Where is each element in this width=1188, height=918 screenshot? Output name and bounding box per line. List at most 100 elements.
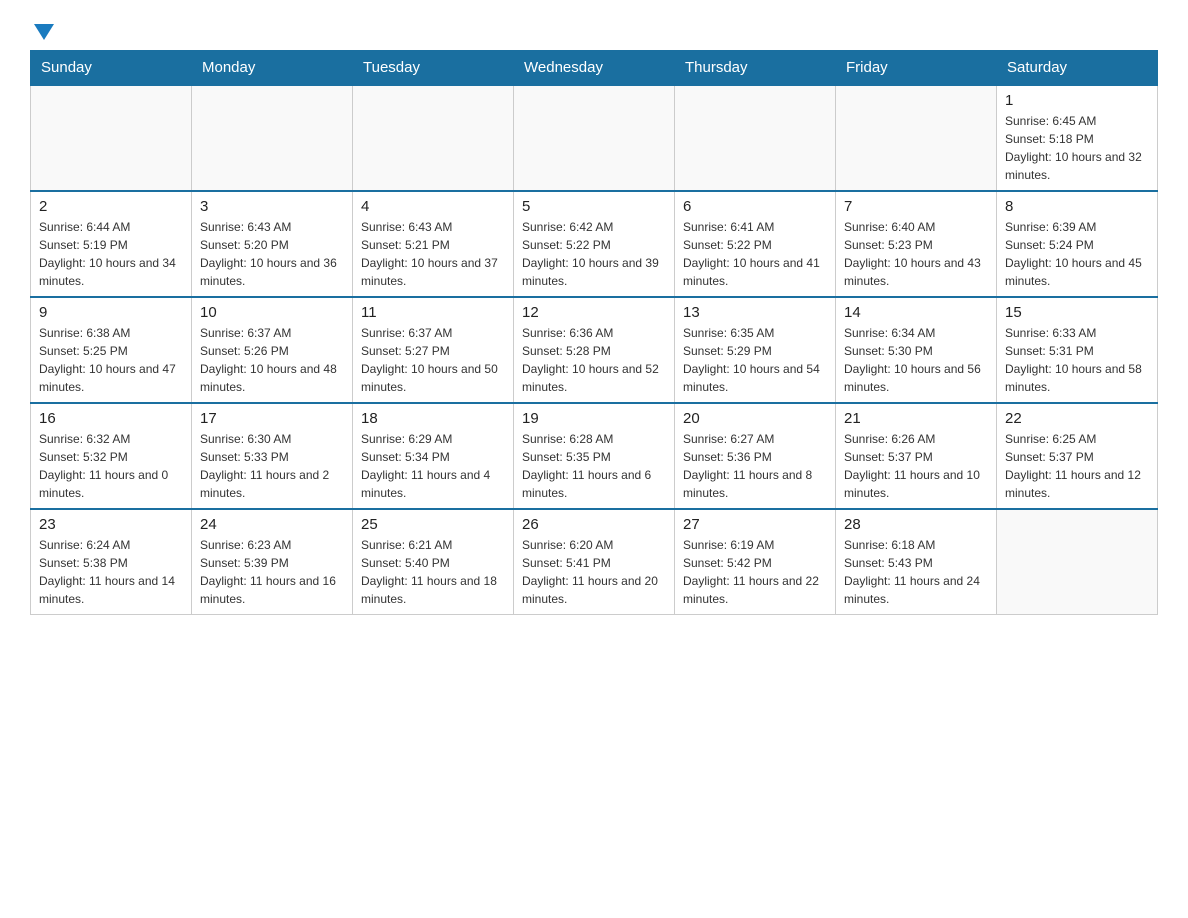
day-info: Sunrise: 6:33 AMSunset: 5:31 PMDaylight:… (1005, 324, 1149, 396)
calendar-cell: 10Sunrise: 6:37 AMSunset: 5:26 PMDayligh… (192, 297, 353, 403)
week-row-2: 2 Sunrise: 6:44 AMSunset: 5:19 PMDaylight… (31, 191, 1158, 297)
week-row-5: 23 Sunrise: 6:24 AMSunset: 5:38 PMDayligh… (31, 509, 1158, 615)
day-info: Sunrise: 6:32 AMSunset: 5:32 PMDaylight:… (39, 430, 183, 502)
calendar-cell: 1 Sunrise: 6:45 AMSunset: 5:18 PMDaylight… (997, 85, 1158, 191)
day-header-saturday: Saturday (997, 51, 1158, 86)
calendar-cell: 16 Sunrise: 6:32 AMSunset: 5:32 PMDayligh… (31, 403, 192, 509)
day-number: 8 (1005, 198, 1149, 215)
calendar-header-row: SundayMondayTuesdayWednesdayThursdayFrid… (31, 51, 1158, 86)
day-number: 15 (1005, 304, 1149, 321)
day-info: Sunrise: 6:34 AMSunset: 5:30 PMDaylight:… (844, 324, 988, 396)
calendar-cell: 22 Sunrise: 6:25 AMSunset: 5:37 PMDayligh… (997, 403, 1158, 509)
logo-top (30, 20, 54, 40)
calendar-cell: 8 Sunrise: 6:39 AMSunset: 5:24 PMDaylight… (997, 191, 1158, 297)
day-number: 2 (39, 198, 183, 215)
day-info: Sunrise: 6:38 AMSunset: 5:25 PMDaylight:… (39, 324, 183, 396)
day-info: Sunrise: 6:19 AMSunset: 5:42 PMDaylight:… (683, 536, 827, 608)
calendar-cell: 5 Sunrise: 6:42 AMSunset: 5:22 PMDaylight… (514, 191, 675, 297)
calendar-cell: 17 Sunrise: 6:30 AMSunset: 5:33 PMDayligh… (192, 403, 353, 509)
day-info: Sunrise: 6:26 AMSunset: 5:37 PMDaylight:… (844, 430, 988, 502)
calendar-cell: 7 Sunrise: 6:40 AMSunset: 5:23 PMDaylight… (836, 191, 997, 297)
day-info: Sunrise: 6:36 AMSunset: 5:28 PMDaylight:… (522, 324, 666, 396)
day-info: Sunrise: 6:39 AMSunset: 5:24 PMDaylight:… (1005, 218, 1149, 290)
calendar-cell: 12 Sunrise: 6:36 AMSunset: 5:28 PMDayligh… (514, 297, 675, 403)
calendar-cell: 15 Sunrise: 6:33 AMSunset: 5:31 PMDayligh… (997, 297, 1158, 403)
calendar-cell: 6Sunrise: 6:41 AMSunset: 5:22 PMDaylight… (675, 191, 836, 297)
day-number: 12 (522, 304, 666, 321)
day-number: 3 (200, 198, 344, 215)
day-header-friday: Friday (836, 51, 997, 86)
calendar-cell: 26 Sunrise: 6:20 AMSunset: 5:41 PMDayligh… (514, 509, 675, 615)
calendar-cell: 3 Sunrise: 6:43 AMSunset: 5:20 PMDaylight… (192, 191, 353, 297)
calendar-cell: 27 Sunrise: 6:19 AMSunset: 5:42 PMDayligh… (675, 509, 836, 615)
calendar-cell: 11 Sunrise: 6:37 AMSunset: 5:27 PMDayligh… (353, 297, 514, 403)
day-number: 16 (39, 410, 183, 427)
calendar-cell (514, 85, 675, 191)
day-header-thursday: Thursday (675, 51, 836, 86)
day-number: 22 (1005, 410, 1149, 427)
day-info: Sunrise: 6:25 AMSunset: 5:37 PMDaylight:… (1005, 430, 1149, 502)
calendar-table: SundayMondayTuesdayWednesdayThursdayFrid… (30, 50, 1158, 615)
day-info: Sunrise: 6:29 AMSunset: 5:34 PMDaylight:… (361, 430, 505, 502)
day-number: 28 (844, 516, 988, 533)
day-info: Sunrise: 6:43 AMSunset: 5:20 PMDaylight:… (200, 218, 344, 290)
day-info: Sunrise: 6:44 AMSunset: 5:19 PMDaylight:… (39, 218, 183, 290)
day-info: Sunrise: 6:37 AMSunset: 5:27 PMDaylight:… (361, 324, 505, 396)
calendar-cell: 25 Sunrise: 6:21 AMSunset: 5:40 PMDayligh… (353, 509, 514, 615)
day-number: 26 (522, 516, 666, 533)
day-info: Sunrise: 6:28 AMSunset: 5:35 PMDaylight:… (522, 430, 666, 502)
week-row-1: 1 Sunrise: 6:45 AMSunset: 5:18 PMDaylight… (31, 85, 1158, 191)
calendar-cell: 24 Sunrise: 6:23 AMSunset: 5:39 PMDayligh… (192, 509, 353, 615)
day-info: Sunrise: 6:24 AMSunset: 5:38 PMDaylight:… (39, 536, 183, 608)
calendar-cell: 2 Sunrise: 6:44 AMSunset: 5:19 PMDaylight… (31, 191, 192, 297)
day-number: 17 (200, 410, 344, 427)
day-number: 13 (683, 304, 827, 321)
day-info: Sunrise: 6:30 AMSunset: 5:33 PMDaylight:… (200, 430, 344, 502)
day-info: Sunrise: 6:35 AMSunset: 5:29 PMDaylight:… (683, 324, 827, 396)
day-info: Sunrise: 6:21 AMSunset: 5:40 PMDaylight:… (361, 536, 505, 608)
calendar-cell: 28 Sunrise: 6:18 AMSunset: 5:43 PMDayligh… (836, 509, 997, 615)
day-header-sunday: Sunday (31, 51, 192, 86)
day-info: Sunrise: 6:23 AMSunset: 5:39 PMDaylight:… (200, 536, 344, 608)
day-number: 5 (522, 198, 666, 215)
week-row-3: 9 Sunrise: 6:38 AMSunset: 5:25 PMDaylight… (31, 297, 1158, 403)
day-number: 27 (683, 516, 827, 533)
day-info: Sunrise: 6:27 AMSunset: 5:36 PMDaylight:… (683, 430, 827, 502)
day-number: 18 (361, 410, 505, 427)
day-info: Sunrise: 6:45 AMSunset: 5:18 PMDaylight:… (1005, 112, 1149, 184)
calendar-cell: 21Sunrise: 6:26 AMSunset: 5:37 PMDayligh… (836, 403, 997, 509)
day-number: 25 (361, 516, 505, 533)
calendar-cell: 20Sunrise: 6:27 AMSunset: 5:36 PMDayligh… (675, 403, 836, 509)
day-info: Sunrise: 6:42 AMSunset: 5:22 PMDaylight:… (522, 218, 666, 290)
calendar-cell: 19Sunrise: 6:28 AMSunset: 5:35 PMDayligh… (514, 403, 675, 509)
day-header-monday: Monday (192, 51, 353, 86)
day-number: 14 (844, 304, 988, 321)
calendar-cell: 14 Sunrise: 6:34 AMSunset: 5:30 PMDayligh… (836, 297, 997, 403)
calendar-cell (353, 85, 514, 191)
calendar-cell (675, 85, 836, 191)
page-header (30, 20, 1158, 40)
logo (30, 20, 54, 40)
day-number: 23 (39, 516, 183, 533)
week-row-4: 16 Sunrise: 6:32 AMSunset: 5:32 PMDayligh… (31, 403, 1158, 509)
day-header-wednesday: Wednesday (514, 51, 675, 86)
calendar-cell (836, 85, 997, 191)
day-header-tuesday: Tuesday (353, 51, 514, 86)
day-number: 7 (844, 198, 988, 215)
calendar-cell: 9 Sunrise: 6:38 AMSunset: 5:25 PMDaylight… (31, 297, 192, 403)
day-number: 24 (200, 516, 344, 533)
day-number: 1 (1005, 92, 1149, 109)
day-number: 10 (200, 304, 344, 321)
day-info: Sunrise: 6:41 AMSunset: 5:22 PMDaylight:… (683, 218, 827, 290)
day-info: Sunrise: 6:18 AMSunset: 5:43 PMDaylight:… (844, 536, 988, 608)
day-number: 9 (39, 304, 183, 321)
calendar-cell (192, 85, 353, 191)
day-info: Sunrise: 6:43 AMSunset: 5:21 PMDaylight:… (361, 218, 505, 290)
day-info: Sunrise: 6:40 AMSunset: 5:23 PMDaylight:… (844, 218, 988, 290)
day-number: 4 (361, 198, 505, 215)
calendar-cell (31, 85, 192, 191)
day-info: Sunrise: 6:20 AMSunset: 5:41 PMDaylight:… (522, 536, 666, 608)
logo-triangle-icon (34, 24, 54, 40)
day-number: 11 (361, 304, 505, 321)
calendar-cell (997, 509, 1158, 615)
